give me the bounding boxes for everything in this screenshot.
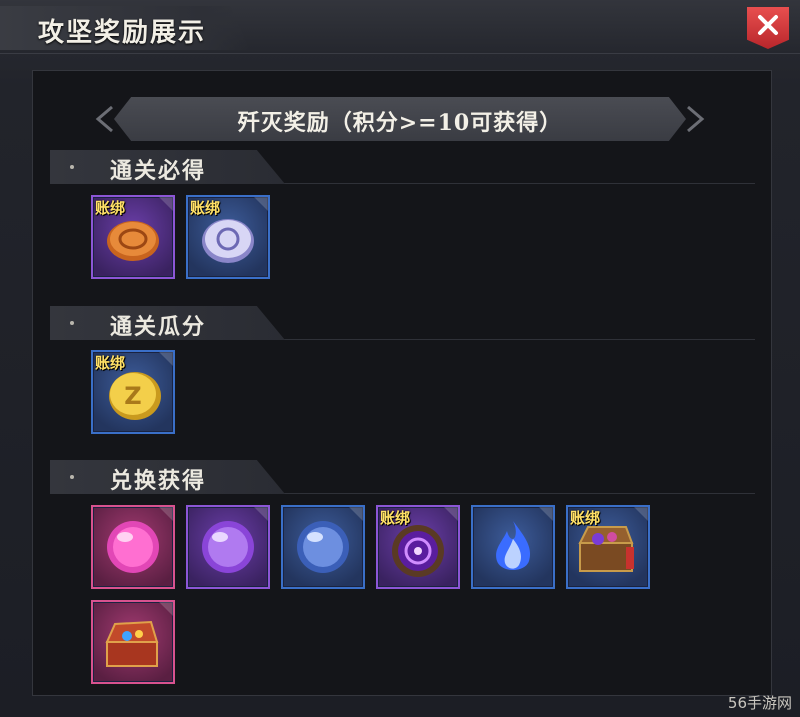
reward-item-silver-coin[interactable]: 账绑 <box>186 195 270 279</box>
reward-item-blue-flame[interactable] <box>471 505 555 589</box>
close-button[interactable] <box>747 7 789 49</box>
section-header-exchange: 兑换获得 <box>50 460 755 494</box>
reward-banner: 歼灭奖励（积分>=10可获得） <box>92 97 708 141</box>
reward-item-blue-orb[interactable] <box>281 505 365 589</box>
corner-mark <box>254 507 268 521</box>
bound-tag: 账绑 <box>190 199 221 217</box>
corner-mark <box>159 197 173 211</box>
bullet-icon <box>70 321 74 325</box>
reward-window: 攻坚奖励展示 歼灭奖励（积分>=10可获得） 通关必得 账绑 账绑 通关瓜分 Z… <box>0 0 800 717</box>
bound-tag: 账绑 <box>95 199 126 217</box>
corner-mark <box>254 197 268 211</box>
section-label: 通关瓜分 <box>110 314 207 340</box>
corner-mark <box>159 602 173 616</box>
bound-tag: 账绑 <box>380 509 411 527</box>
banner-title: 歼灭奖励（积分>=10可获得） <box>237 110 563 136</box>
corner-mark <box>444 507 458 521</box>
window-title: 攻坚奖励展示 <box>38 18 207 48</box>
reward-item-pink-orb[interactable] <box>91 505 175 589</box>
bullet-icon <box>70 475 74 479</box>
corner-mark <box>159 352 173 366</box>
title-bar: 攻坚奖励展示 <box>0 0 800 54</box>
bullet-icon <box>70 165 74 169</box>
corner-mark <box>634 507 648 521</box>
reward-item-treasure-chest[interactable]: 账绑 <box>566 505 650 589</box>
svg-text:Z: Z <box>124 382 141 410</box>
bound-tag: 账绑 <box>570 509 601 527</box>
section-header-guaranteed: 通关必得 <box>50 150 755 184</box>
watermark-text: 56手游网 <box>727 694 792 712</box>
close-icon <box>758 15 778 35</box>
corner-mark <box>159 507 173 521</box>
bound-tag: 账绑 <box>95 354 126 372</box>
section-header-shared: 通关瓜分 <box>50 306 755 340</box>
reward-item-red-chest[interactable] <box>91 600 175 684</box>
reward-item-purple-orb[interactable] <box>186 505 270 589</box>
reward-item-gold-coin[interactable]: Z 账绑 <box>91 350 175 434</box>
corner-mark <box>539 507 553 521</box>
corner-mark <box>349 507 363 521</box>
section-label: 兑换获得 <box>110 468 207 494</box>
reward-item-purple-rune[interactable]: 账绑 <box>376 505 460 589</box>
reward-item-bronze-coin[interactable]: 账绑 <box>91 195 175 279</box>
section-label: 通关必得 <box>110 158 207 184</box>
